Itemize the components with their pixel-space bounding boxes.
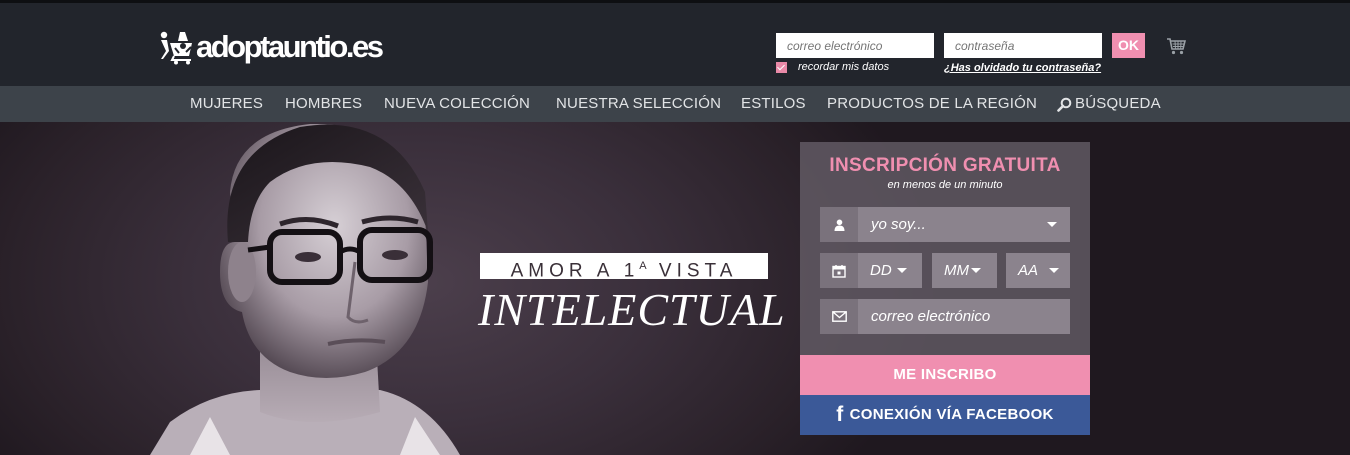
- hero-tagline: AMOR A 1A VISTA: [480, 253, 768, 282]
- day-select[interactable]: DD: [820, 253, 922, 288]
- cart-icon[interactable]: [1166, 37, 1187, 55]
- hero-tagline-prefix: AMOR A 1: [510, 260, 640, 282]
- header: adoptauntio.es OK recordar mis datos ¿Ha…: [0, 0, 1350, 86]
- login-password-input[interactable]: [944, 33, 1102, 58]
- nav-item-nuestra-seleccion[interactable]: NUESTRA SELECCIÓN: [556, 86, 721, 122]
- facebook-connect-label: CONEXIÓN VÍA FACEBOOK: [849, 406, 1054, 423]
- calendar-icon: [820, 253, 858, 288]
- gender-select-value: yo soy...: [871, 216, 926, 233]
- month-select-value: MM: [944, 262, 969, 279]
- forgot-password-link[interactable]: ¿Has olvidado tu contraseña?: [944, 62, 1101, 74]
- user-icon: [820, 207, 858, 242]
- nav-item-nueva-coleccion[interactable]: NUEVA COLECCIÓN: [384, 86, 530, 122]
- main-nav: MUJERES HOMBRES NUEVA COLECCIÓN NUESTRA …: [0, 86, 1350, 122]
- facebook-connect-button[interactable]: f CONEXIÓN VÍA FACEBOOK: [800, 395, 1090, 435]
- remember-checkbox[interactable]: [776, 61, 787, 73]
- hero-model-image: [150, 123, 460, 455]
- nav-item-estilos[interactable]: ESTILOS: [741, 86, 806, 122]
- signup-email-field[interactable]: correo electrónico: [820, 299, 1070, 334]
- signup-title: INSCRIPCIÓN GRATUITA: [829, 155, 1061, 176]
- search-icon: [1057, 97, 1072, 112]
- login-ok-button[interactable]: OK: [1112, 33, 1145, 58]
- search-label: BÚSQUEDA: [1075, 95, 1161, 112]
- nav-item-productos-region[interactable]: PRODUCTOS DE LA REGIÓN: [827, 86, 1037, 122]
- nav-item-busqueda[interactable]: BÚSQUEDA: [1057, 86, 1161, 122]
- caret-down-icon: [1047, 222, 1057, 227]
- year-select-value: AA: [1018, 262, 1039, 279]
- envelope-icon: [820, 299, 858, 334]
- signup-email-placeholder: correo electrónico: [871, 308, 991, 325]
- nav-item-mujeres[interactable]: MUJERES: [190, 86, 263, 122]
- caret-down-icon: [971, 268, 981, 273]
- hero-tagline-suffix: VISTA: [648, 260, 738, 282]
- day-select-value: DD: [870, 262, 892, 279]
- caret-down-icon: [1049, 268, 1060, 273]
- remember-me[interactable]: recordar mis datos: [776, 61, 889, 73]
- remember-label: recordar mis datos: [798, 61, 890, 73]
- nav-item-hombres[interactable]: HOMBRES: [285, 86, 362, 122]
- logo-mark-icon: [158, 29, 196, 65]
- login-email-input[interactable]: [776, 33, 934, 58]
- hero-banner: AMOR A 1A VISTA INTELECTUAL INSCRIPCIÓN …: [0, 122, 1350, 455]
- month-select[interactable]: MM: [932, 253, 997, 288]
- signup-subtitle: en menos de un minuto: [887, 179, 1003, 191]
- hero-tagline-sup: A: [639, 260, 649, 272]
- signup-panel: INSCRIPCIÓN GRATUITA en menos de un minu…: [800, 142, 1090, 435]
- logo-text: adoptauntio.es: [196, 29, 384, 64]
- gender-select[interactable]: yo soy...: [820, 207, 1070, 242]
- year-select[interactable]: AA: [1006, 253, 1070, 288]
- caret-down-icon: [896, 268, 907, 273]
- register-button[interactable]: ME INSCRIBO: [800, 355, 1090, 395]
- facebook-icon: f: [836, 403, 844, 426]
- site-logo[interactable]: adoptauntio.es: [158, 27, 384, 67]
- hero-headline: INTELECTUAL: [478, 284, 786, 335]
